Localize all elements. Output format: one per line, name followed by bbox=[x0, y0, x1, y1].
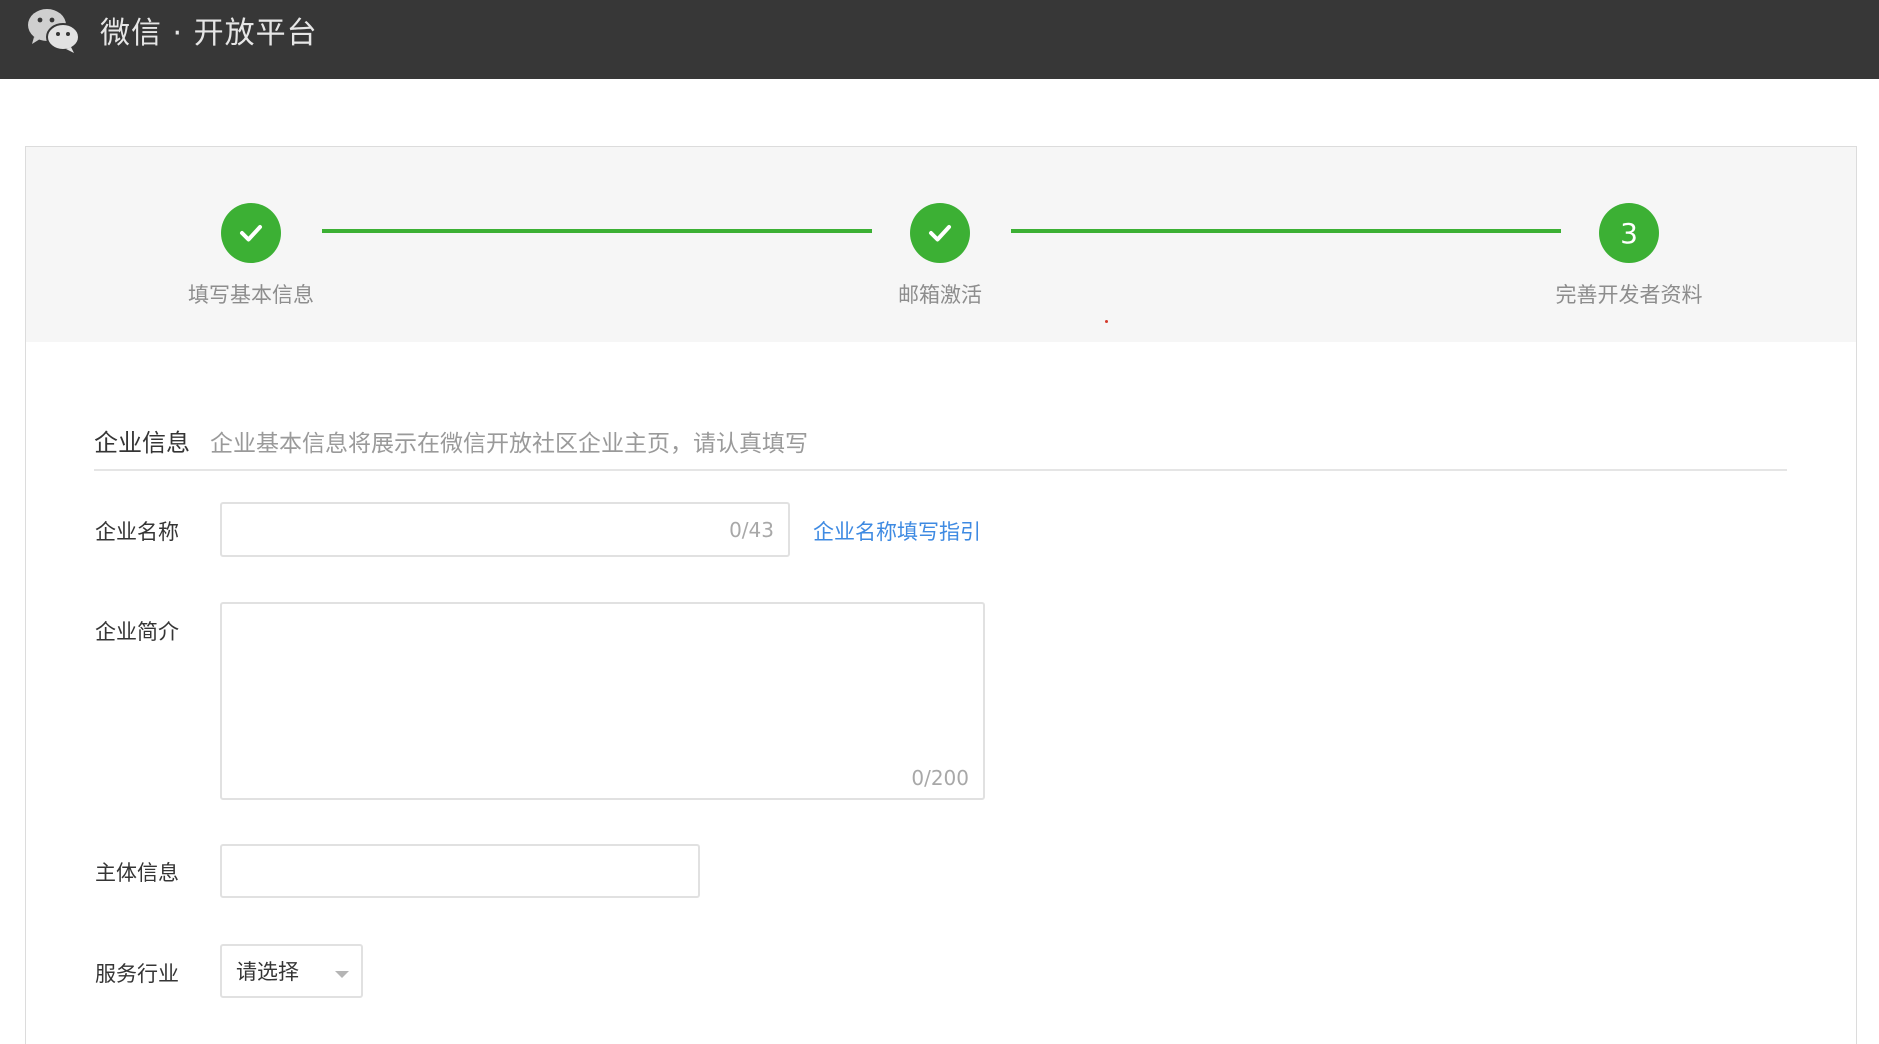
company-name-label: 企业名称 bbox=[95, 520, 179, 544]
company-name-input[interactable] bbox=[222, 504, 788, 555]
section-tip: 企业基本信息将展示在微信开放社区企业主页，请认真填写 bbox=[210, 431, 808, 457]
section-title: 企业信息 bbox=[94, 429, 190, 457]
step-3-label: 完善开发者资料 bbox=[1555, 283, 1703, 307]
step-3: 3 完善开发者资料 bbox=[1519, 203, 1739, 309]
step-3-number: 3 bbox=[1599, 203, 1659, 263]
company-intro-label: 企业简介 bbox=[95, 620, 179, 644]
chevron-down-icon bbox=[335, 971, 349, 978]
entity-info-input[interactable] bbox=[222, 846, 698, 896]
company-name-counter: 0/43 bbox=[729, 518, 774, 542]
company-intro-field[interactable]: 0/200 bbox=[220, 602, 985, 800]
registration-card: 填写基本信息 邮箱激活 3 完善开发者资料 企业信息 企业基本信息将展示在微信开… bbox=[25, 146, 1857, 1044]
company-intro-counter: 0/200 bbox=[911, 766, 969, 790]
step-connector-2 bbox=[1011, 229, 1561, 233]
wechat-logo-icon bbox=[28, 9, 80, 53]
check-icon bbox=[929, 225, 951, 242]
step-connector-1 bbox=[322, 229, 872, 233]
step-2-label: 邮箱激活 bbox=[898, 283, 982, 307]
entity-info-field[interactable] bbox=[220, 844, 700, 898]
industry-selected-value: 请选择 bbox=[236, 960, 299, 984]
entity-info-label: 主体信息 bbox=[95, 861, 179, 885]
company-intro-textarea[interactable] bbox=[222, 604, 983, 798]
progress-steps: 填写基本信息 邮箱激活 3 完善开发者资料 bbox=[26, 147, 1856, 342]
step-2: 邮箱激活 bbox=[830, 203, 1050, 309]
brand-title: 微信 · 开放平台 bbox=[100, 16, 318, 51]
company-name-field[interactable]: 0/43 bbox=[220, 502, 790, 557]
top-bar: 微信 · 开放平台 bbox=[0, 0, 1879, 79]
step-2-circle bbox=[910, 203, 970, 263]
industry-select[interactable]: 请选择 bbox=[220, 944, 363, 998]
check-icon bbox=[240, 225, 262, 242]
industry-label: 服务行业 bbox=[95, 962, 179, 986]
brand[interactable]: 微信 · 开放平台 bbox=[26, 6, 318, 54]
step-1: 填写基本信息 bbox=[141, 203, 361, 309]
step-1-label: 填写基本信息 bbox=[188, 283, 314, 307]
marker-dot bbox=[1105, 320, 1108, 323]
step-1-circle bbox=[221, 203, 281, 263]
section-header: 企业信息 企业基本信息将展示在微信开放社区企业主页，请认真填写 bbox=[94, 423, 1787, 471]
company-name-guide-link[interactable]: 企业名称填写指引 bbox=[813, 516, 981, 546]
